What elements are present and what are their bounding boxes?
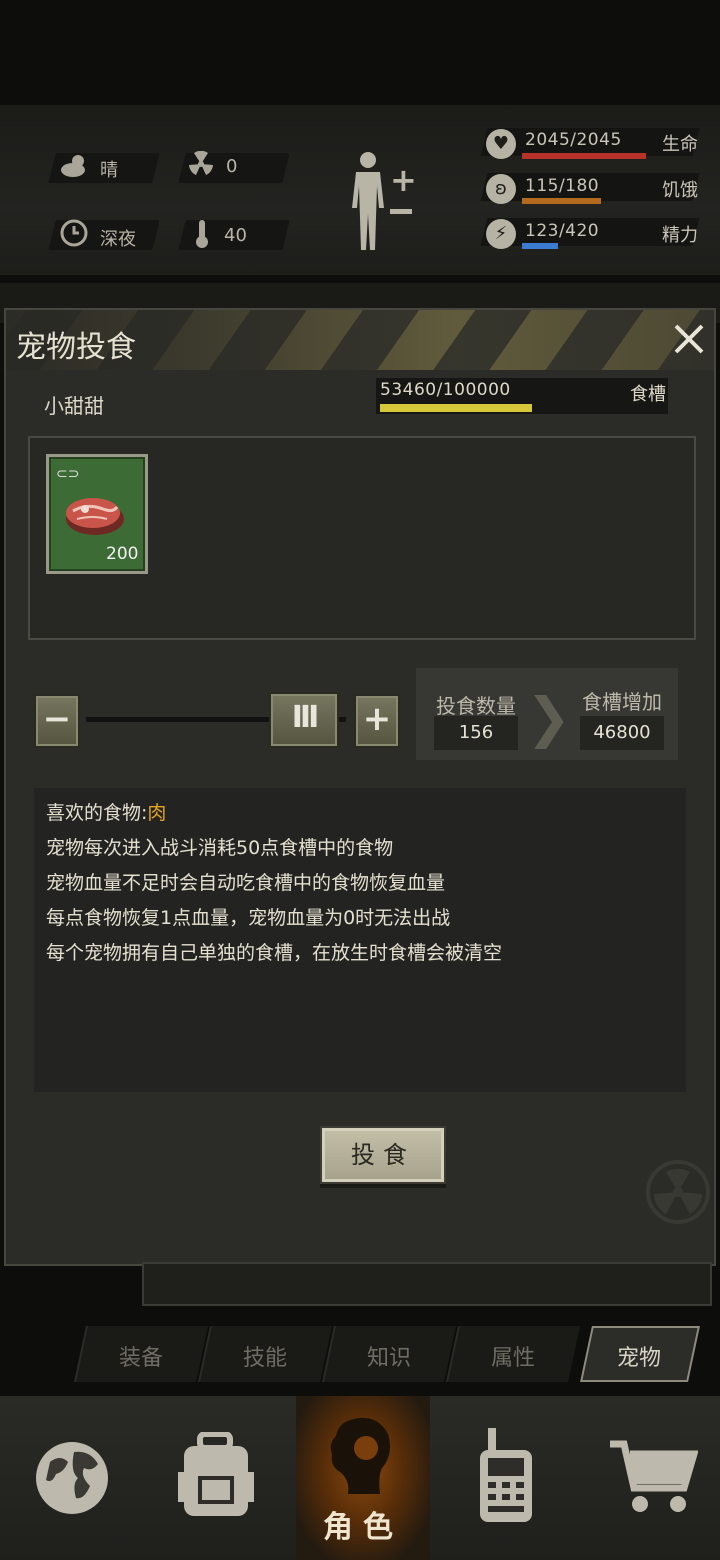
status-bar: 晴 0 深夜 40 + ♥ 2045/2045 生命 ʚ 115/180 饥饿 … [0, 105, 720, 275]
close-icon [674, 324, 704, 354]
feed-qty-label: 投食数量 [436, 694, 516, 718]
life-label: 生命 [662, 134, 698, 155]
pet-feed-dialog: 宠物投食 小甜甜 53460/100000 食槽 ⊂⊃ 200 − III + … [4, 308, 716, 1266]
meat-icon [66, 498, 124, 535]
clock-icon [58, 219, 90, 254]
cart-icon[interactable] [608, 1438, 699, 1522]
energy-icon: ⚡ [486, 219, 516, 249]
stomach-icon: ʚ [486, 174, 516, 204]
trough-value: 53460/100000 [380, 380, 511, 400]
add-icon[interactable]: + [390, 161, 417, 199]
minus-icon[interactable] [390, 209, 412, 214]
backpack-icon[interactable] [176, 1431, 256, 1522]
tab-label: 知识 [366, 1346, 411, 1371]
weather-text: 晴 [100, 160, 118, 181]
pet-name: 小甜甜 [44, 394, 104, 418]
cloud-sun-icon [58, 151, 92, 186]
quantity-slider-thumb[interactable]: III [269, 692, 339, 748]
life-value: 2045/2045 [525, 130, 622, 150]
decrease-button[interactable]: − [34, 694, 80, 748]
pet-action-bar [142, 1262, 712, 1306]
tab-label-active: 宠物 [616, 1346, 661, 1371]
plus-icon: + [362, 699, 392, 739]
arrow-right-icon: ❯ [526, 686, 572, 749]
favorite-food-label: 喜欢的食物: [46, 802, 148, 824]
description-line: 每点食物恢复1点血量，宠物血量为0时无法出战 [46, 907, 451, 929]
radio-icon[interactable] [474, 1426, 538, 1530]
character-icon[interactable] [320, 1414, 406, 1508]
energy-fill [522, 243, 558, 249]
temperature-value: 40 [224, 225, 247, 246]
description-line: 每个宠物拥有自己单独的食槽，在放生时食槽会被清空 [46, 942, 503, 964]
trough-fill [380, 404, 532, 412]
trough-label: 食槽 [630, 384, 666, 405]
description-line: 宠物血量不足时会自动吃食槽中的食物恢复血量 [46, 872, 446, 894]
radiation-value: 0 [226, 156, 238, 177]
energy-label: 精力 [662, 225, 698, 246]
hunger-value: 115/180 [525, 176, 600, 196]
grip-icon: III [291, 700, 319, 735]
time-of-day: 深夜 [100, 229, 136, 250]
close-button[interactable] [670, 320, 708, 358]
hunger-fill [522, 198, 602, 204]
tab-label: 属性 [490, 1346, 535, 1371]
heart-icon: ♥ [486, 129, 516, 159]
radiation-watermark-icon [646, 1160, 710, 1224]
hunger-label: 饥饿 [662, 180, 698, 201]
feed-qty-value: 156 [434, 716, 518, 750]
food-item-count: 200 [106, 544, 139, 564]
description-line: 宠物每次进入战斗消耗50点食槽中的食物 [46, 837, 394, 859]
trough-increase-value: 46800 [580, 716, 664, 750]
favorite-food-line: 喜欢的食物:肉 [46, 798, 166, 825]
nav-active-label: 角色 [323, 1510, 403, 1545]
body-icon[interactable] [348, 150, 388, 254]
energy-value: 123/420 [525, 221, 600, 241]
link-icon: ⊂⊃ [56, 466, 80, 482]
dialog-title: 宠物投食 [16, 330, 136, 365]
increase-button[interactable]: + [354, 694, 400, 748]
radiation-icon [186, 150, 216, 184]
life-fill [522, 153, 646, 159]
minus-icon: − [42, 699, 72, 739]
favorite-food-value: 肉 [147, 802, 167, 824]
feed-button[interactable]: 投食 [320, 1126, 446, 1184]
globe-icon[interactable] [34, 1432, 114, 1526]
tab-label: 装备 [118, 1346, 163, 1371]
thermometer-icon [192, 218, 212, 255]
tab-label: 技能 [242, 1346, 287, 1371]
trough-increase-label: 食槽增加 [582, 690, 662, 714]
